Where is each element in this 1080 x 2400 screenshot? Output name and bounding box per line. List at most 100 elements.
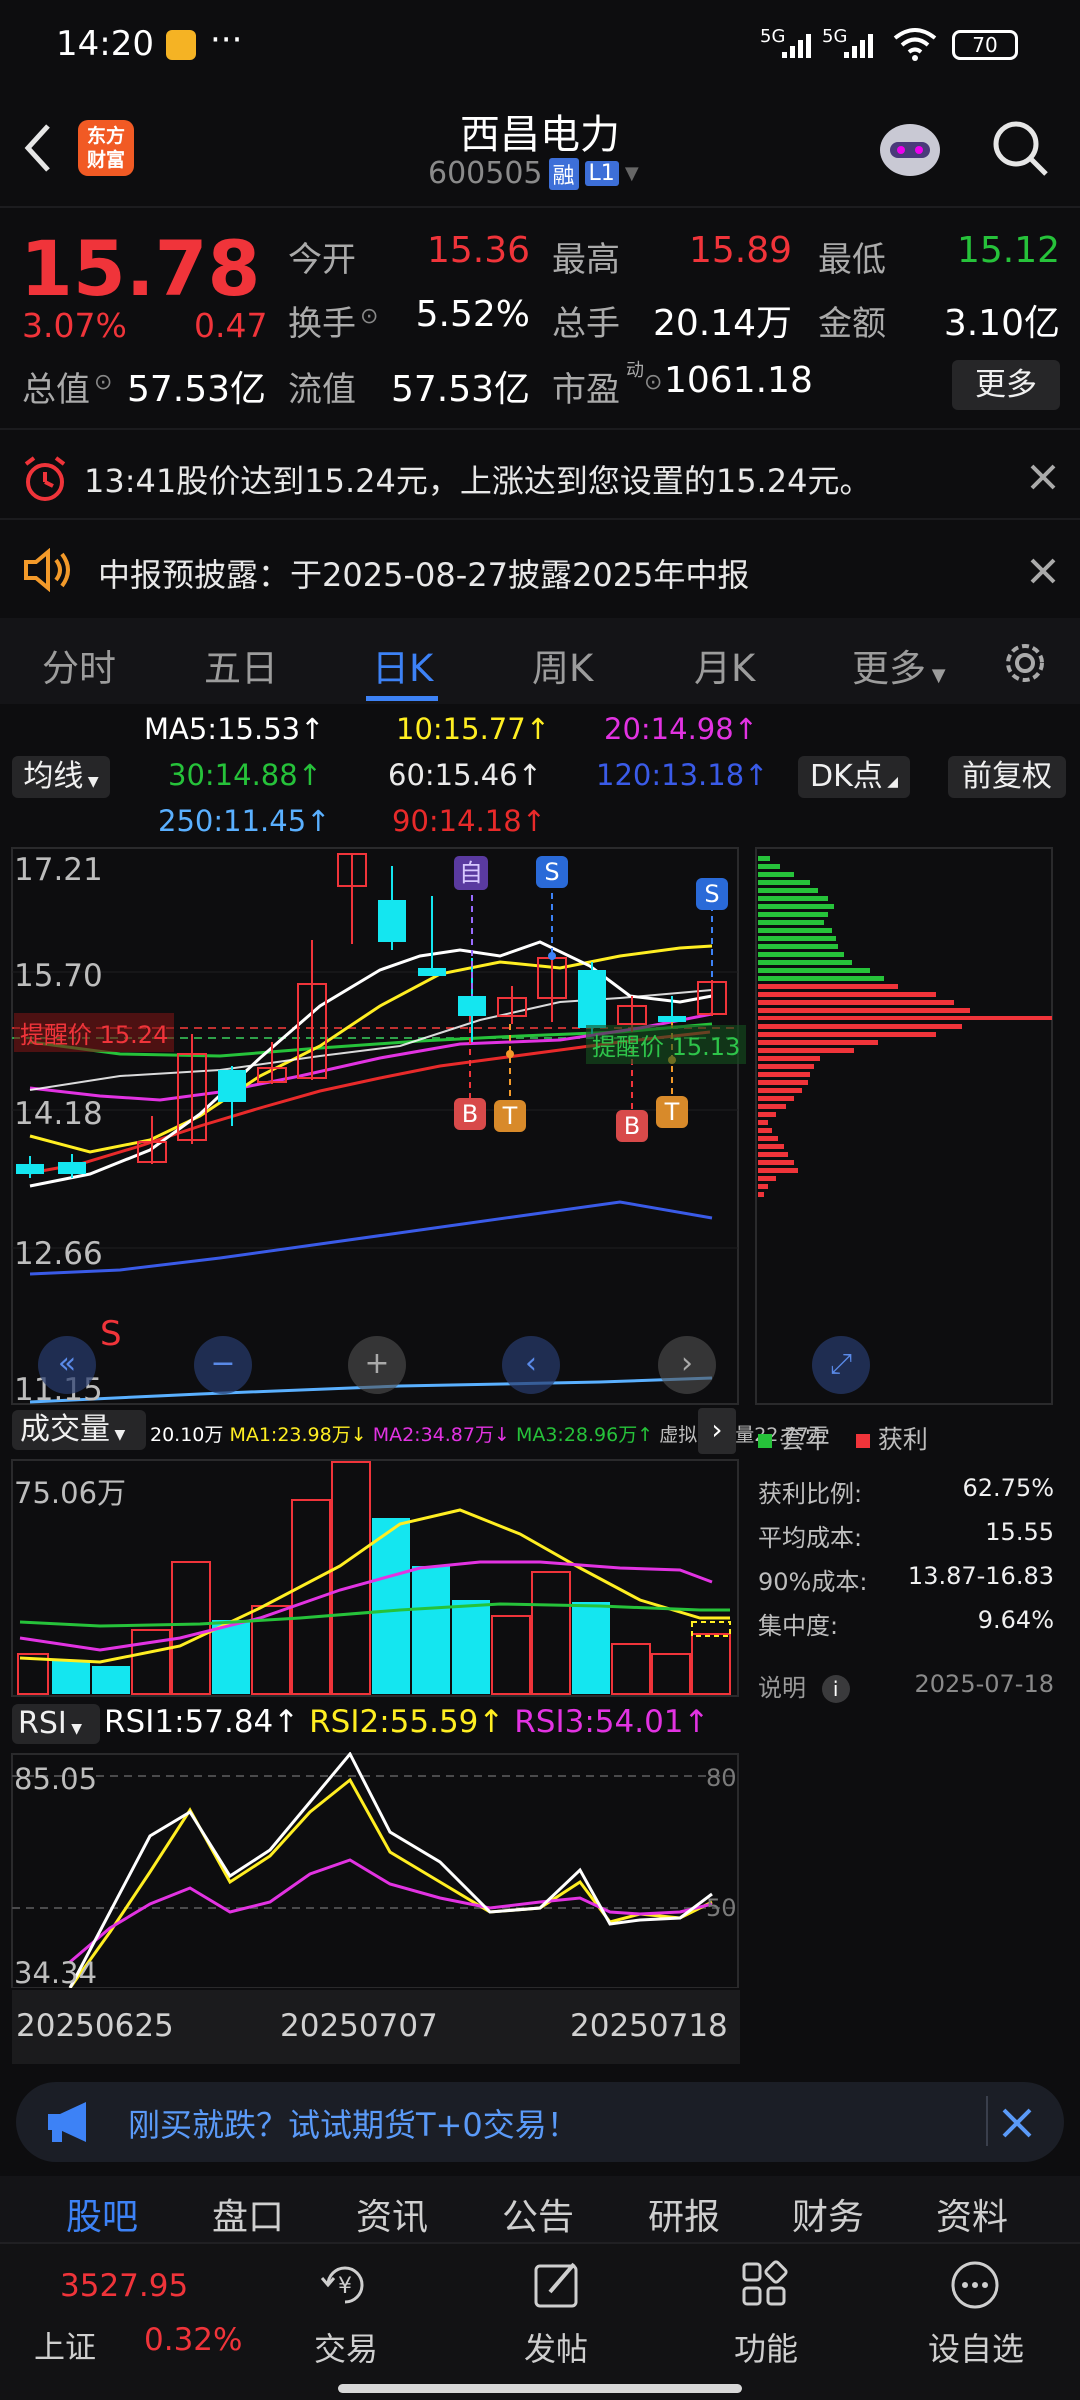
- trade-yuan-icon[interactable]: ¥: [318, 2258, 372, 2312]
- nav-post[interactable]: 发帖: [486, 2324, 626, 2370]
- rsi-y-bottom: 34.34: [14, 1956, 98, 1990]
- battery-level: 70: [972, 33, 998, 57]
- tab-guba[interactable]: 股吧: [66, 2188, 138, 2240]
- step-forward-icon[interactable]: ›: [658, 1336, 716, 1394]
- ma30-value: 30:14.88: [168, 758, 298, 792]
- sell-marker[interactable]: S: [696, 878, 728, 910]
- buy-marker[interactable]: B: [454, 1098, 486, 1130]
- market-cap-label: 总值: [22, 370, 90, 410]
- volume-current: 20.10万: [150, 1424, 224, 1446]
- level-badge: L1: [584, 161, 619, 186]
- function-grid-icon[interactable]: [738, 2258, 792, 2312]
- expand-right-icon[interactable]: ›: [698, 1408, 736, 1454]
- index-value[interactable]: 3527.95: [60, 2268, 188, 2304]
- tab-finance[interactable]: 财务: [792, 2188, 864, 2240]
- indicator-select-volume[interactable]: 成交量 ▼: [12, 1410, 146, 1450]
- pe-dynamic-tag: 动: [626, 360, 644, 381]
- index-name[interactable]: 上证: [34, 2322, 96, 2367]
- info-icon[interactable]: i: [821, 1675, 850, 1703]
- promo-text: 刚买就跌？试试期货T+0交易！: [128, 2106, 579, 2144]
- ma-select-dropdown[interactable]: 均线 ▼: [12, 756, 110, 798]
- ma120-label: 120:13.18↑: [596, 758, 768, 792]
- tab-daily-k[interactable]: 日K: [372, 638, 433, 692]
- rsi-chart[interactable]: [0, 1752, 740, 1988]
- content-tabs: 股吧 盘口 资讯 公告 研报 财务 资料: [0, 2176, 1080, 2242]
- tab-profile[interactable]: 资料: [936, 2188, 1008, 2240]
- rsi-ref-80: 80: [706, 1764, 737, 1792]
- gear-icon[interactable]: [1002, 640, 1048, 686]
- stock-code-row[interactable]: 600505 融 L1 ▼: [428, 156, 639, 191]
- fast-back-icon[interactable]: «: [38, 1336, 96, 1394]
- more-quote-button[interactable]: 更多: [952, 360, 1060, 410]
- tab-intraday[interactable]: 分时: [42, 638, 116, 692]
- chip-distribution-chart[interactable]: [754, 846, 1054, 1406]
- search-icon[interactable]: [990, 118, 1052, 180]
- tab-pankou[interactable]: 盘口: [212, 2188, 284, 2240]
- rsi2-arrow: ↑: [478, 1704, 505, 1740]
- corner-arrow-icon: ◢: [882, 774, 898, 790]
- zoom-out-icon[interactable]: −: [194, 1336, 252, 1394]
- candle: [58, 1162, 86, 1174]
- profit-label: 获利: [877, 1425, 928, 1454]
- rsi2-value: RSI2:55.59: [309, 1704, 479, 1740]
- close-icon[interactable]: [1028, 556, 1058, 586]
- status-bar: 14:20 ··· 5G 5G 70: [0, 0, 1080, 90]
- robot-assistant-icon[interactable]: [872, 112, 948, 182]
- tab-announcements[interactable]: 公告: [502, 2188, 574, 2240]
- nav-add-watchlist[interactable]: 设自选: [906, 2324, 1046, 2370]
- megaphone-icon: [48, 2102, 86, 2142]
- close-icon[interactable]: [1028, 462, 1058, 492]
- cost-90-label: 90%成本:: [758, 1568, 868, 1596]
- edit-post-icon[interactable]: [530, 2258, 584, 2312]
- concentration-label: 集中度:: [758, 1612, 839, 1640]
- low-value: 15.12: [956, 230, 1060, 271]
- self-select-marker[interactable]: 自: [454, 856, 488, 890]
- status-time: 14:20: [56, 24, 154, 64]
- ma5-arrow: ↑: [300, 712, 325, 746]
- home-indicator: [338, 2384, 742, 2393]
- price-alert-banner[interactable]: 13:41股价达到15.24元，上涨达到您设置的15.24元。: [0, 428, 1080, 528]
- more-dots-icon[interactable]: [948, 2258, 1002, 2312]
- ma10-value: 10:15.77: [396, 712, 526, 746]
- t-marker[interactable]: T: [656, 1096, 688, 1128]
- t-marker[interactable]: T: [494, 1100, 526, 1132]
- info-icon[interactable]: ⊙: [360, 304, 378, 329]
- info-icon[interactable]: ⊙: [644, 370, 662, 395]
- tab-monthly-k[interactable]: 月K: [694, 638, 755, 692]
- sell-marker[interactable]: S: [536, 856, 568, 888]
- date-label-mid: 20250707: [280, 2008, 438, 2044]
- candle: [378, 900, 406, 942]
- close-icon[interactable]: [1000, 2106, 1034, 2140]
- change-amount: 0.47: [194, 306, 268, 345]
- zoom-in-icon[interactable]: +: [348, 1336, 406, 1394]
- amount-label: 金额: [818, 304, 886, 344]
- active-tab-indicator: [366, 696, 438, 701]
- tab-news[interactable]: 资讯: [356, 2188, 428, 2240]
- adjust-mode-button[interactable]: 前复权: [948, 756, 1066, 798]
- tab-research[interactable]: 研报: [648, 2188, 720, 2240]
- chip-date: 2025-07-18: [914, 1670, 1054, 1698]
- notice-banner[interactable]: 中报预披露：于2025-08-27披露2025年中报: [0, 518, 1080, 618]
- indicator-select-rsi[interactable]: RSI ▼: [12, 1704, 100, 1744]
- volume-select-label: 成交量: [20, 1412, 110, 1447]
- dk-point-dropdown[interactable]: DK点 ◢: [798, 756, 910, 798]
- cost-90-value: 13.87-16.83: [907, 1562, 1054, 1590]
- candle: [578, 970, 606, 1028]
- expand-icon[interactable]: ⤢: [812, 1336, 870, 1394]
- ma30-arrow: ↑: [297, 758, 323, 792]
- info-icon[interactable]: ⊙: [94, 370, 112, 395]
- promo-banner[interactable]: 刚买就跌？试试期货T+0交易！: [16, 2082, 1064, 2162]
- chip-note[interactable]: 说明 i: [758, 1668, 850, 1703]
- volume-value: 20.14万: [652, 303, 792, 344]
- date-label-end: 20250718: [570, 2008, 728, 2044]
- buy-marker[interactable]: B: [616, 1110, 648, 1142]
- y-axis-label-4: 12.66: [14, 1236, 103, 1272]
- tab-five-day[interactable]: 五日: [204, 638, 278, 692]
- step-back-icon[interactable]: ‹: [502, 1336, 560, 1394]
- tab-weekly-k[interactable]: 周K: [532, 638, 593, 692]
- index-change[interactable]: 0.32%: [144, 2322, 242, 2358]
- tab-more[interactable]: 更多 ▼: [852, 638, 946, 692]
- nav-functions[interactable]: 功能: [696, 2324, 836, 2370]
- nav-trade[interactable]: 交易: [276, 2324, 416, 2370]
- ma20-label: 20:14.98↑: [604, 712, 758, 746]
